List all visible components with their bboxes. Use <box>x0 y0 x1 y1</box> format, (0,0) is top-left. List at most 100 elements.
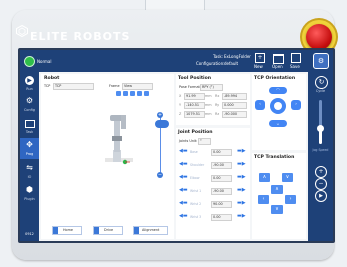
robot-3d-view[interactable] <box>81 106 161 186</box>
top-bar: Normal Task: ExLongFolder Configuration:… <box>20 50 333 72</box>
tool-rz-field[interactable]: -90.000 <box>222 111 247 118</box>
home-button-icon <box>53 227 58 234</box>
joint-increase-icon[interactable]: ▬▶ <box>237 149 246 154</box>
translate-back-button[interactable]: ∨ <box>271 205 283 214</box>
translate-up-left-button[interactable]: ∧ <box>259 173 270 182</box>
config-value: default <box>224 61 239 66</box>
joint-value-field[interactable]: -90.00 <box>211 188 232 195</box>
joint-value-field[interactable]: 90.00 <box>211 201 232 208</box>
rotate-view-button[interactable] <box>155 120 169 128</box>
view-button-2[interactable] <box>123 91 128 96</box>
joint-value-field[interactable]: -90.00 <box>211 162 232 169</box>
orient-center-icon <box>274 102 282 110</box>
translate-up-right-button[interactable]: ∨ <box>282 173 293 182</box>
alignment-button[interactable]: Alignment <box>133 226 168 235</box>
view-button-5[interactable] <box>144 91 149 96</box>
drive-button-icon <box>94 227 99 234</box>
joint-increase-icon[interactable]: ▬▶ <box>237 175 246 180</box>
joint-name: Wrist 1 <box>190 189 202 193</box>
joint-value-field[interactable]: 0.00 <box>211 149 232 156</box>
translate-left-button[interactable]: ‹ <box>258 195 269 204</box>
joint-decrease-icon[interactable]: ◀▬ <box>179 201 188 206</box>
zoom-in-button[interactable]: + <box>157 112 163 118</box>
home-button[interactable]: Home <box>52 226 82 235</box>
emergency-stop-button[interactable] <box>306 24 332 50</box>
robot-mode-button[interactable]: ⚙ <box>313 53 329 69</box>
frame-label: Frame <box>109 84 120 88</box>
task-value: ExLongFolder <box>224 54 251 59</box>
nav-prog[interactable]: ✥ Prog <box>20 138 39 159</box>
speed-minus-icon[interactable]: − <box>315 178 327 190</box>
joint-decrease-icon[interactable]: ◀▬ <box>179 188 188 193</box>
tool-rx-field[interactable]: -89.994 <box>222 93 247 100</box>
orient-left-button[interactable]: ‹ <box>255 100 265 110</box>
orient-down-button[interactable]: ⌣ <box>269 120 287 127</box>
nav-plugin[interactable]: ⬢ Plugin <box>20 183 39 203</box>
joint-value-field[interactable]: 0.00 <box>211 214 232 221</box>
view-button-4[interactable] <box>137 91 142 96</box>
zoom-out-button[interactable]: − <box>157 172 163 178</box>
tcp-translation-panel: TCP Translation ∧ ∨ ∧ ‹ › ∨ <box>252 153 306 239</box>
speed-plus-icon[interactable]: + <box>315 166 327 178</box>
frame-select[interactable]: View <box>122 83 153 90</box>
nav-io[interactable]: ⇋ IO <box>20 161 39 181</box>
joint-increase-icon[interactable]: ▬▶ <box>237 214 246 219</box>
joint-name: Base <box>190 150 198 154</box>
tool-x-field[interactable]: 91.99 <box>184 93 205 100</box>
joint-row: ◀▬ Wrist 1 -90.00 ▬▶ <box>176 186 250 196</box>
open-button[interactable]: Open <box>270 52 284 70</box>
task-label: Task: <box>213 54 223 59</box>
robot-arm-icon: ⚙ <box>317 57 325 65</box>
tcp-select[interactable]: TCP <box>53 83 94 90</box>
joint-decrease-icon[interactable]: ◀▬ <box>179 162 188 167</box>
pose-format-select[interactable]: RPY (°) <box>200 84 223 91</box>
status-text: Normal <box>37 59 52 64</box>
joint-increase-icon[interactable]: ▬▶ <box>237 188 246 193</box>
run-icon: ▶ <box>25 76 34 85</box>
cycle-icon[interactable]: ↻ <box>315 76 328 89</box>
nav-config[interactable]: ⚙ Config <box>20 94 39 114</box>
nav-footer-code: 0912 <box>25 232 34 236</box>
joint-decrease-icon[interactable]: ◀▬ <box>179 175 188 180</box>
view-button-3[interactable] <box>130 91 135 96</box>
joint-name: Elbow <box>190 176 200 180</box>
joint-decrease-icon[interactable]: ◀▬ <box>179 214 188 219</box>
plugin-icon: ⬢ <box>26 185 33 194</box>
move-icon: ✥ <box>26 140 33 149</box>
joint-increase-icon[interactable]: ▬▶ <box>237 162 246 167</box>
translate-right-button[interactable]: › <box>285 195 296 204</box>
joint-increase-icon[interactable]: ▬▶ <box>237 201 246 206</box>
new-button[interactable]: + New <box>252 52 266 70</box>
joint-name: Wrist 2 <box>190 202 202 206</box>
orient-center-button[interactable] <box>270 98 286 114</box>
tcp-orientation-title: TCP Orientation <box>254 76 296 81</box>
new-file-icon: + <box>255 53 265 63</box>
drive-button[interactable]: Drive <box>93 226 123 235</box>
right-bar: ↻ Cycle Jog Speed + − ▶ <box>308 72 333 241</box>
joint-value-field[interactable]: 0.00 <box>211 175 232 182</box>
joint-units-select[interactable]: ° <box>198 138 211 145</box>
robot-panel: Robot TCP TCP Frame View + − Home Drive … <box>41 74 174 239</box>
tool-position-panel: Tool Position Pose Format RPY (°) X 91.9… <box>176 74 250 125</box>
cycle-label: Cycle <box>315 89 326 93</box>
orient-right-button[interactable]: › <box>291 100 301 110</box>
speed-slider-thumb[interactable] <box>317 125 324 133</box>
joint-name: Wrist 3 <box>190 215 202 219</box>
nav-task[interactable]: Task <box>20 116 39 136</box>
save-button[interactable]: Save <box>288 52 302 70</box>
elite-logo-icon <box>16 25 28 37</box>
joint-decrease-icon[interactable]: ◀▬ <box>179 149 188 154</box>
play-icon[interactable]: ▶ <box>315 190 327 202</box>
translate-forward-button[interactable]: ∧ <box>271 185 283 194</box>
speed-track <box>319 100 322 144</box>
tool-y-field[interactable]: -140.51 <box>184 102 205 109</box>
io-icon: ⇋ <box>26 163 33 172</box>
nav-run[interactable]: ▶ Run <box>20 73 39 93</box>
joint-row: ◀▬ Elbow 0.00 ▬▶ <box>176 173 250 183</box>
tool-z-field[interactable]: 1079.51 <box>184 111 205 118</box>
status-indicator-icon <box>24 56 35 67</box>
orient-up-button[interactable]: ⌒ <box>269 87 287 94</box>
tool-ry-field[interactable]: 0.000 <box>222 102 247 109</box>
view-button-1[interactable] <box>116 91 121 96</box>
joint-row: ◀▬ Wrist 2 90.00 ▬▶ <box>176 199 250 209</box>
